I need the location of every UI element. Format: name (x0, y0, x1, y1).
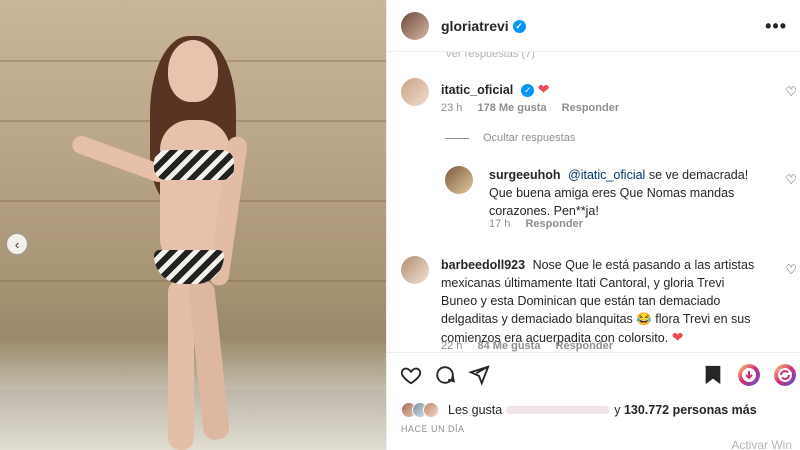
more-options-icon[interactable]: ••• (765, 16, 787, 37)
repost-extension-icon[interactable] (773, 363, 797, 387)
head (168, 40, 218, 102)
likes-conjunction: y (614, 403, 621, 417)
comment-time: 23 h (441, 102, 463, 114)
reply-meta: 17 h Responder (489, 218, 595, 230)
woman-figure (69, 36, 250, 450)
save-bookmark-icon[interactable] (701, 363, 725, 387)
author-username[interactable]: gloriatrevi ✓ (441, 18, 526, 34)
mention-link[interactable]: @itatic_oficial (568, 168, 645, 182)
windows-activation-watermark: Activar Win (731, 438, 792, 450)
commenter-avatar[interactable] (401, 256, 429, 284)
like-icon[interactable] (399, 363, 423, 387)
comment-icon[interactable] (433, 363, 457, 387)
comment-body: barbeedoll923 Nose Que le está pasando a… (441, 256, 761, 347)
reply-button[interactable]: Responder (562, 102, 619, 114)
comments-list: Ver respuestas (7) itatic_oficial ✓ ❤ 23 … (387, 52, 800, 352)
commenter-avatar[interactable] (401, 78, 429, 106)
post-side-panel: gloriatrevi ✓ ••• Ver respuestas (7) itat… (386, 0, 800, 450)
verified-badge-icon: ✓ (521, 84, 535, 98)
post-photo[interactable]: ‹ (0, 0, 386, 450)
instagram-post-view: ‹ gloriatrevi ✓ ••• Ver respuestas (7) it… (0, 0, 800, 450)
reply-time: 17 h (489, 218, 511, 230)
comment-likes[interactable]: 84 Me gusta (477, 340, 540, 352)
liker-avatar (423, 402, 439, 418)
view-replies-link[interactable]: Ver respuestas (7) (445, 52, 535, 60)
commenter-username[interactable]: barbeedoll923 (441, 258, 525, 272)
like-comment-icon[interactable]: ♡ (785, 84, 797, 100)
bikini-top (154, 150, 234, 180)
verified-badge-icon: ✓ (512, 20, 526, 34)
replier-avatar[interactable] (445, 166, 473, 194)
download-extension-icon[interactable] (737, 363, 761, 387)
reply-button[interactable]: Responder (525, 218, 582, 230)
comment-meta: 23 h 178 Me gusta Responder (441, 102, 631, 114)
post-time-ago[interactable]: HACE UN DÍA (401, 424, 465, 434)
reply-button[interactable]: Responder (556, 340, 613, 352)
author-username-text[interactable]: gloriatrevi (441, 18, 509, 34)
likes-summary[interactable]: Les gusta y 130.772 personas más (401, 402, 757, 418)
comment-meta: 22 h 84 Me gusta Responder (441, 340, 625, 352)
reply-body: surgeeuhoh @itatic_oficial se ve demacra… (489, 166, 769, 220)
comment-body: itatic_oficial ✓ ❤ (441, 80, 549, 99)
heart-emoji: ❤ (537, 81, 550, 97)
divider-line (445, 137, 469, 139)
like-comment-icon[interactable]: ♡ (785, 172, 797, 188)
replier-username[interactable]: surgeeuhoh (489, 168, 561, 182)
author-avatar[interactable] (401, 11, 429, 40)
comment-time: 22 h (441, 340, 463, 352)
leg (187, 279, 231, 441)
like-comment-icon[interactable]: ♡ (785, 262, 797, 278)
heart-emoji: ❤ (671, 329, 684, 345)
share-icon[interactable] (467, 363, 491, 387)
likes-prefix: Les gusta (448, 403, 503, 417)
likes-count[interactable]: 130.772 personas más (624, 403, 757, 417)
comment-likes[interactable]: 178 Me gusta (477, 102, 546, 114)
hide-replies-label[interactable]: Ocultar respuestas (483, 132, 575, 144)
carousel-prev-button[interactable]: ‹ (6, 233, 28, 255)
redacted-name (506, 406, 611, 414)
hide-replies-toggle[interactable]: Ocultar respuestas (445, 132, 575, 144)
commenter-username[interactable]: itatic_oficial (441, 83, 513, 97)
post-header: gloriatrevi ✓ ••• (387, 0, 800, 52)
post-actions-bar: Les gusta y 130.772 personas más HACE UN… (387, 352, 800, 450)
